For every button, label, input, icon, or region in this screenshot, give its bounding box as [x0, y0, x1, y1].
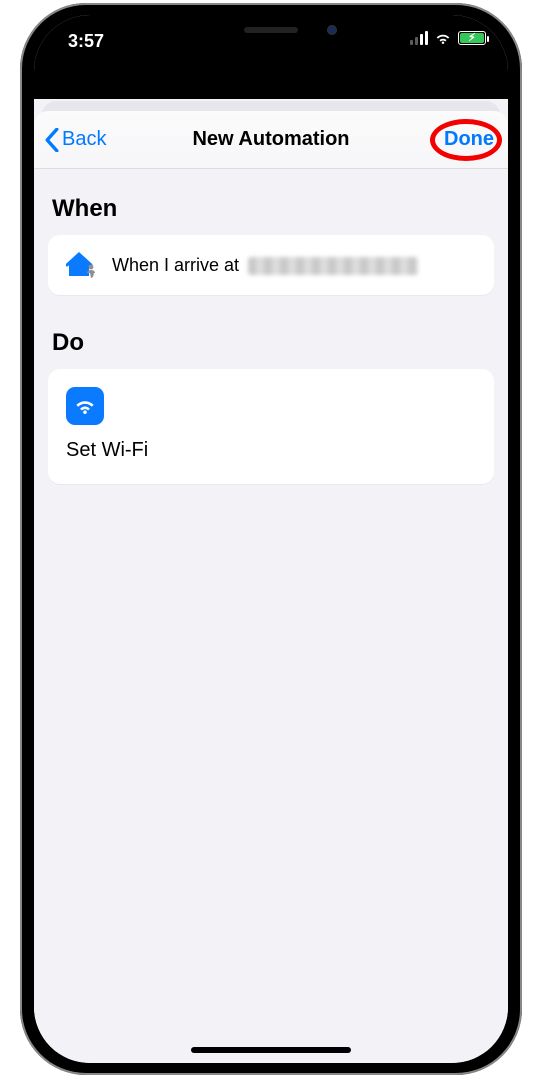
- status-time: 3:57: [68, 31, 104, 52]
- back-button[interactable]: Back: [44, 111, 106, 168]
- page-title: New Automation: [192, 128, 349, 151]
- do-action-card[interactable]: Set Wi-Fi: [48, 369, 494, 484]
- back-label: Back: [62, 128, 106, 151]
- when-card[interactable]: When I arrive at: [48, 235, 494, 295]
- section-header-when: When: [52, 195, 490, 223]
- arrive-home-icon: [66, 251, 98, 279]
- do-action-title: Set Wi-Fi: [66, 439, 476, 462]
- nav-bar: Back New Automation Done: [34, 111, 508, 169]
- done-label: Done: [444, 128, 494, 151]
- when-text-prefix: When I arrive at: [112, 255, 239, 275]
- home-indicator[interactable]: [191, 1047, 351, 1053]
- wifi-icon: [66, 387, 104, 425]
- wifi-status-icon: [434, 31, 452, 45]
- chevron-left-icon: [44, 128, 60, 152]
- device-notch: [161, 15, 381, 45]
- cell-signal-icon: [410, 31, 428, 45]
- done-button[interactable]: Done: [444, 111, 494, 168]
- location-redacted: [248, 257, 418, 275]
- section-header-do: Do: [52, 329, 490, 357]
- battery-icon: ⚡︎: [458, 31, 486, 45]
- when-row-text: When I arrive at: [112, 255, 418, 276]
- modal-sheet: Back New Automation Done When: [34, 111, 508, 1063]
